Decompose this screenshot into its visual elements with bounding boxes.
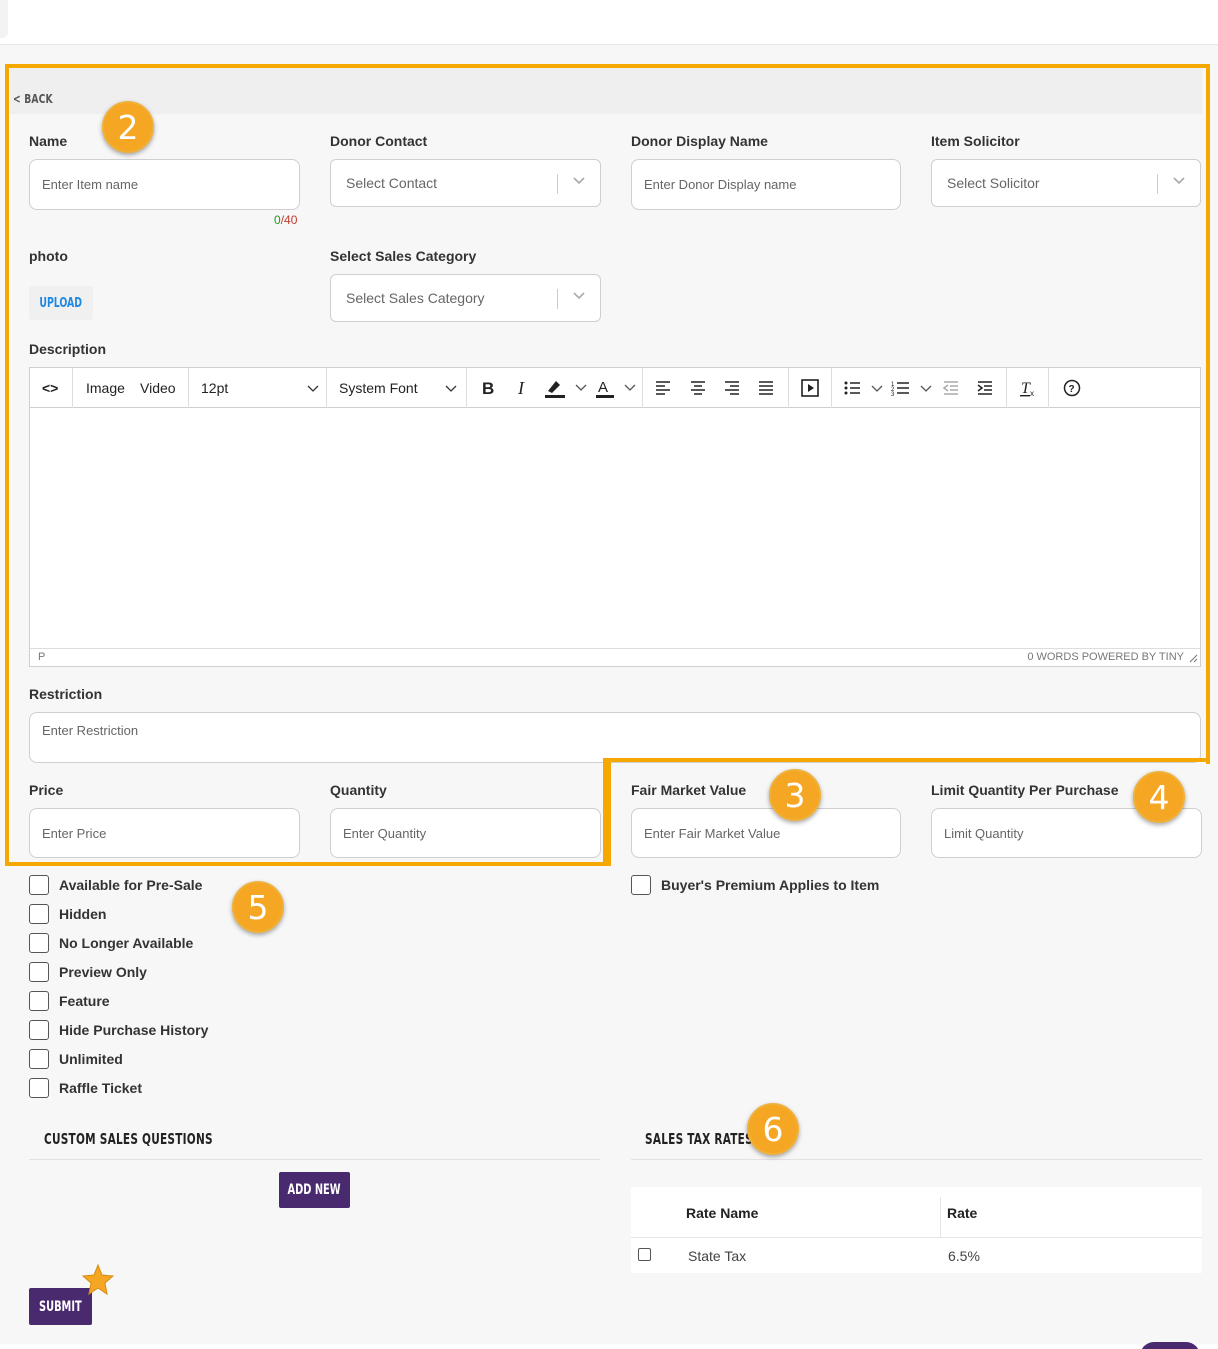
fair-market-input[interactable]: Enter Fair Market Value xyxy=(631,808,901,858)
checkbox-label: Buyer's Premium Applies to Item xyxy=(661,877,880,893)
add-new-label: ADD NEW xyxy=(287,1182,342,1198)
chat-launcher-button[interactable] xyxy=(1140,1342,1200,1349)
rate-name-cell: State Tax xyxy=(688,1248,747,1264)
column-header-rate-name: Rate Name xyxy=(686,1205,759,1221)
annotation-badge-4: 4 xyxy=(1133,771,1185,823)
checkbox-feature[interactable] xyxy=(29,991,49,1011)
divider xyxy=(631,1159,1202,1160)
row-checkbox[interactable] xyxy=(638,1248,651,1261)
checkbox-label: Raffle Ticket xyxy=(59,1080,142,1096)
top-tab-stub xyxy=(0,0,8,38)
sales-tax-title: SALES TAX RATES xyxy=(645,1130,753,1148)
checkbox-label: No Longer Available xyxy=(59,935,194,951)
annotation-box-edge xyxy=(603,758,607,862)
annotation-badge-6: 6 xyxy=(747,1103,799,1155)
rate-cell: 6.5% xyxy=(948,1248,980,1264)
custom-questions-title: CUSTOM SALES QUESTIONS xyxy=(44,1130,213,1148)
star-icon xyxy=(81,1263,115,1296)
divider xyxy=(29,1159,600,1160)
column-header-rate: Rate xyxy=(947,1205,978,1221)
checkbox-no-longer-available[interactable] xyxy=(29,933,49,953)
fair-market-label: Fair Market Value xyxy=(631,782,747,798)
annotation-badge-2: 2 xyxy=(102,101,154,153)
checkbox-hidden[interactable] xyxy=(29,904,49,924)
checkbox-preview-only[interactable] xyxy=(29,962,49,982)
fair-market-placeholder: Enter Fair Market Value xyxy=(644,825,781,841)
annotation-box-lower-left xyxy=(5,758,611,866)
column-divider xyxy=(940,1197,941,1237)
checkbox-label: Preview Only xyxy=(59,964,147,980)
checkbox-label: Unlimited xyxy=(59,1051,123,1067)
limit-qty-label: Limit Quantity Per Purchase xyxy=(931,782,1119,798)
checkbox-label: Hide Purchase History xyxy=(59,1022,209,1038)
checkbox-unlimited[interactable] xyxy=(29,1049,49,1069)
submit-label: SUBMIT xyxy=(39,1298,82,1315)
checkbox-label: Feature xyxy=(59,993,110,1009)
annotation-box-main xyxy=(5,64,1210,764)
checkbox-hide-purchase-history[interactable] xyxy=(29,1020,49,1040)
annotation-badge-3: 3 xyxy=(769,769,821,821)
checkbox-label: Available for Pre-Sale xyxy=(59,877,203,893)
checkbox-buyers-premium[interactable] xyxy=(631,875,651,895)
annotation-box-edge xyxy=(603,758,1210,762)
checkbox-label: Hidden xyxy=(59,906,107,922)
checkbox-pre-sale[interactable] xyxy=(29,875,49,895)
sales-tax-table: Rate Name Rate State Tax 6.5% xyxy=(631,1187,1202,1273)
limit-qty-placeholder: Limit Quantity xyxy=(944,825,1024,841)
checkbox-raffle-ticket[interactable] xyxy=(29,1078,49,1098)
annotation-badge-5: 5 xyxy=(232,881,284,933)
add-new-button[interactable]: ADD NEW xyxy=(279,1172,350,1208)
table-row: State Tax 6.5% xyxy=(631,1238,1202,1273)
